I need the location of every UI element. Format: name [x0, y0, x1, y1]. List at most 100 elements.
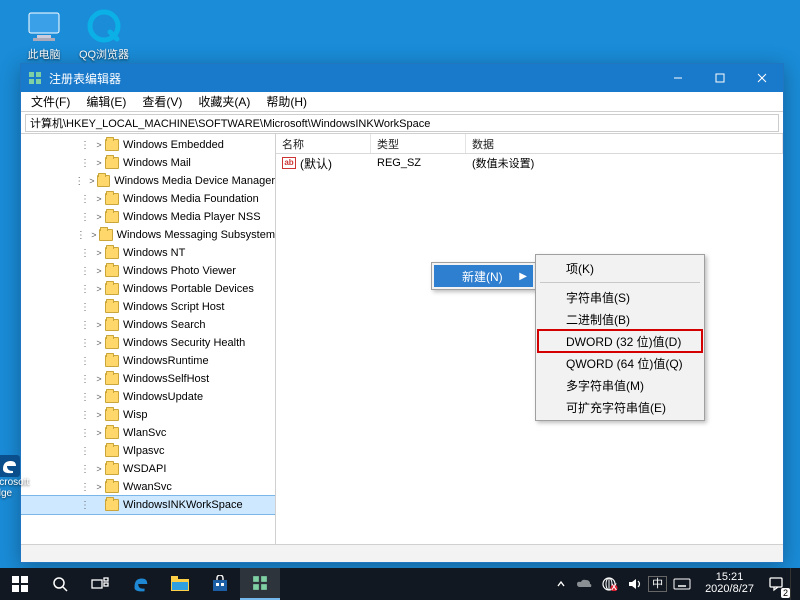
taskbar: x 中 15:21 2020/8/27 2: [0, 568, 800, 600]
tree-node-label: Windows Mail: [123, 157, 191, 169]
expand-toggle-icon[interactable]: >: [93, 320, 105, 330]
tray-action-center-icon[interactable]: 2: [764, 568, 788, 600]
desktop-icon-label: Microsoft Edge: [0, 477, 29, 499]
tree-node[interactable]: ⋮WindowsINKWorkSpace: [21, 496, 275, 514]
tree-node[interactable]: ⋮>Windows Search: [21, 316, 275, 334]
expand-toggle-icon[interactable]: >: [93, 194, 105, 204]
expand-toggle-icon[interactable]: >: [93, 140, 105, 150]
context-item[interactable]: QWORD (64 位)值(Q): [538, 352, 702, 374]
regedit-window: 注册表编辑器 文件(F) 编辑(E) 查看(V) 收藏夹(A) 帮助(H) ⋮>…: [20, 63, 784, 563]
tree-node[interactable]: ⋮>WwanSvc: [21, 478, 275, 496]
tree-node[interactable]: ⋮Wlpasvc: [21, 442, 275, 460]
column-type[interactable]: 类型: [371, 134, 466, 153]
folder-icon: [105, 211, 119, 223]
pc-icon: [26, 8, 62, 44]
column-name[interactable]: 名称: [276, 134, 371, 153]
expand-toggle-icon[interactable]: >: [93, 212, 105, 222]
expand-toggle-icon[interactable]: >: [93, 410, 105, 420]
expand-toggle-icon[interactable]: >: [93, 374, 105, 384]
tray-ime-indicator[interactable]: 中: [648, 576, 667, 592]
tree-node[interactable]: ⋮>Windows Messaging Subsystem: [21, 226, 275, 244]
list-body[interactable]: ab(默认) REG_SZ (数值未设置): [276, 154, 783, 544]
menu-help[interactable]: 帮助(H): [258, 91, 315, 112]
list-row[interactable]: ab(默认) REG_SZ (数值未设置): [276, 154, 783, 172]
titlebar[interactable]: 注册表编辑器: [21, 64, 783, 92]
expand-toggle-icon[interactable]: >: [93, 248, 105, 258]
expand-toggle-icon[interactable]: >: [93, 482, 105, 492]
taskbar-store[interactable]: [200, 568, 240, 600]
minimize-button[interactable]: [657, 64, 699, 92]
expand-toggle-icon[interactable]: >: [93, 284, 105, 294]
tree-node[interactable]: ⋮>Windows NT: [21, 244, 275, 262]
registry-value-list: 名称 类型 数据 ab(默认) REG_SZ (数值未设置) 新建(N) ▶ 项…: [276, 134, 783, 544]
menu-view[interactable]: 查看(V): [134, 91, 190, 112]
taskbar-explorer[interactable]: [160, 568, 200, 600]
desktop-icon-this-pc[interactable]: 此电脑: [14, 8, 74, 62]
context-item-new[interactable]: 新建(N) ▶: [434, 265, 533, 287]
tree-node[interactable]: ⋮>Windows Media Player NSS: [21, 208, 275, 226]
tree-node[interactable]: ⋮>Wisp: [21, 406, 275, 424]
tree-node[interactable]: ⋮>Windows Embedded: [21, 136, 275, 154]
tree-node[interactable]: ⋮Windows Script Host: [21, 298, 275, 316]
tree-node-label: Windows Media Foundation: [123, 193, 259, 205]
menu-edit[interactable]: 编辑(E): [78, 91, 134, 112]
expand-toggle-icon[interactable]: >: [93, 464, 105, 474]
tree-node[interactable]: ⋮>WlanSvc: [21, 424, 275, 442]
expand-toggle-icon[interactable]: >: [93, 392, 105, 402]
context-item[interactable]: DWORD (32 位)值(D): [538, 330, 702, 352]
context-item[interactable]: 项(K): [538, 257, 702, 279]
menu-file[interactable]: 文件(F): [23, 91, 78, 112]
expand-toggle-icon[interactable]: >: [93, 338, 105, 348]
expand-toggle-icon[interactable]: >: [87, 176, 98, 186]
show-desktop-button[interactable]: [790, 568, 796, 600]
expand-toggle-icon[interactable]: >: [93, 428, 105, 438]
expand-toggle-icon[interactable]: >: [88, 230, 99, 240]
value-name: (默认): [300, 155, 332, 172]
context-item[interactable]: 二进制值(B): [538, 308, 702, 330]
desktop-icon-edge[interactable]: Microsoft Edge: [0, 455, 18, 499]
tree-node-label: WSDAPI: [123, 463, 166, 475]
tray-keyboard-icon[interactable]: [669, 568, 695, 600]
tree-node[interactable]: ⋮>Windows Security Health: [21, 334, 275, 352]
context-item[interactable]: 字符串值(S): [538, 286, 702, 308]
taskbar-regedit[interactable]: [240, 568, 280, 600]
desktop-icon-label: QQ浏览器: [79, 46, 129, 62]
string-value-icon: ab: [282, 157, 296, 169]
tree-node-label: WindowsRuntime: [123, 355, 209, 367]
desktop-icon-qq-browser[interactable]: QQ浏览器: [74, 8, 134, 62]
tray-clock[interactable]: 15:21 2020/8/27: [697, 568, 762, 600]
column-data[interactable]: 数据: [466, 134, 783, 153]
context-item[interactable]: 可扩充字符串值(E): [538, 396, 702, 418]
tree-node[interactable]: ⋮>Windows Portable Devices: [21, 280, 275, 298]
taskbar-edge[interactable]: [120, 568, 160, 600]
expand-toggle-icon[interactable]: >: [93, 266, 105, 276]
start-button[interactable]: [0, 568, 40, 600]
tree-node[interactable]: ⋮>WSDAPI: [21, 460, 275, 478]
tree-node[interactable]: ⋮>Windows Photo Viewer: [21, 262, 275, 280]
expand-toggle-icon[interactable]: >: [93, 158, 105, 168]
context-item[interactable]: 多字符串值(M): [538, 374, 702, 396]
task-view-button[interactable]: [80, 568, 120, 600]
maximize-button[interactable]: [699, 64, 741, 92]
search-button[interactable]: [40, 568, 80, 600]
tree-node[interactable]: ⋮>Windows Media Foundation: [21, 190, 275, 208]
tree-node-label: WindowsINKWorkSpace: [123, 499, 243, 511]
tree-node[interactable]: ⋮>WindowsUpdate: [21, 388, 275, 406]
address-input[interactable]: [25, 114, 779, 132]
list-header: 名称 类型 数据: [276, 134, 783, 154]
menu-favorites[interactable]: 收藏夹(A): [190, 91, 258, 112]
desktop-icon-label: 此电脑: [28, 46, 61, 62]
folder-icon: [105, 337, 119, 349]
tree-node[interactable]: ⋮>Windows Mail: [21, 154, 275, 172]
folder-icon: [99, 229, 112, 241]
registry-tree[interactable]: ⋮>Windows Embedded⋮>Windows Mail⋮>Window…: [21, 134, 276, 544]
tree-node-label: Windows Script Host: [123, 301, 224, 313]
tray-onedrive-icon[interactable]: [572, 568, 596, 600]
tree-node[interactable]: ⋮WindowsRuntime: [21, 352, 275, 370]
tray-volume-icon[interactable]: [624, 568, 646, 600]
tray-chevron-icon[interactable]: [552, 568, 570, 600]
tree-node[interactable]: ⋮>WindowsSelfHost: [21, 370, 275, 388]
close-button[interactable]: [741, 64, 783, 92]
tray-network-error-icon[interactable]: x: [598, 568, 622, 600]
tree-node[interactable]: ⋮>Windows Media Device Manager: [21, 172, 275, 190]
